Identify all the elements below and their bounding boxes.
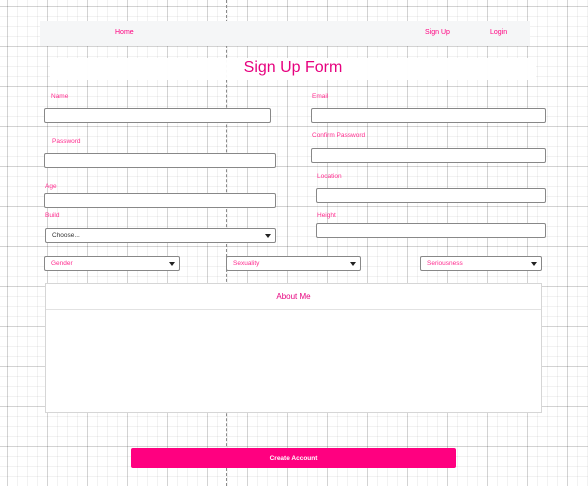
build-select[interactable]: Choose...	[45, 228, 276, 243]
chevron-down-icon	[169, 262, 175, 266]
nav-login-link[interactable]: Login	[490, 29, 507, 36]
name-input[interactable]	[44, 108, 271, 123]
password-label: Password	[52, 138, 81, 145]
nav-home-link[interactable]: Home	[115, 29, 134, 36]
seriousness-select-value: Seriousness	[427, 260, 463, 267]
about-me-card: About Me	[45, 283, 542, 413]
age-input[interactable]	[44, 193, 276, 208]
gender-select-value: Gender	[51, 260, 73, 267]
chevron-down-icon	[350, 262, 356, 266]
email-label: Email	[312, 93, 329, 100]
chevron-down-icon	[265, 234, 271, 238]
height-label: Height	[317, 212, 336, 219]
seriousness-select[interactable]: Seriousness	[420, 256, 542, 271]
gender-select[interactable]: Gender	[44, 256, 180, 271]
about-me-textarea[interactable]	[46, 310, 541, 412]
email-input[interactable]	[311, 108, 546, 123]
build-select-value: Choose...	[52, 232, 80, 239]
form-title-bar: Sign Up Form	[50, 58, 536, 80]
about-me-header: About Me	[46, 284, 541, 310]
age-label: Age	[45, 183, 57, 190]
chevron-down-icon	[531, 262, 537, 266]
about-me-title: About Me	[276, 292, 311, 301]
name-label: Name	[51, 93, 69, 100]
sexuality-select[interactable]: Sexuality	[226, 256, 361, 271]
page-title: Sign Up Form	[243, 59, 343, 76]
nav-signup-link[interactable]: Sign Up	[425, 29, 450, 36]
confirm-password-input[interactable]	[311, 148, 546, 163]
height-input[interactable]	[316, 223, 546, 238]
build-label: Build	[45, 212, 60, 219]
sexuality-select-value: Sexuality	[233, 260, 260, 267]
password-input[interactable]	[44, 153, 276, 168]
location-input[interactable]	[316, 188, 546, 203]
location-label: Location	[317, 173, 342, 180]
confirm-password-label: Confirm Password	[312, 132, 366, 139]
top-navbar: Home Sign Up Login	[40, 21, 530, 46]
create-account-button[interactable]: Create Account	[131, 448, 456, 468]
